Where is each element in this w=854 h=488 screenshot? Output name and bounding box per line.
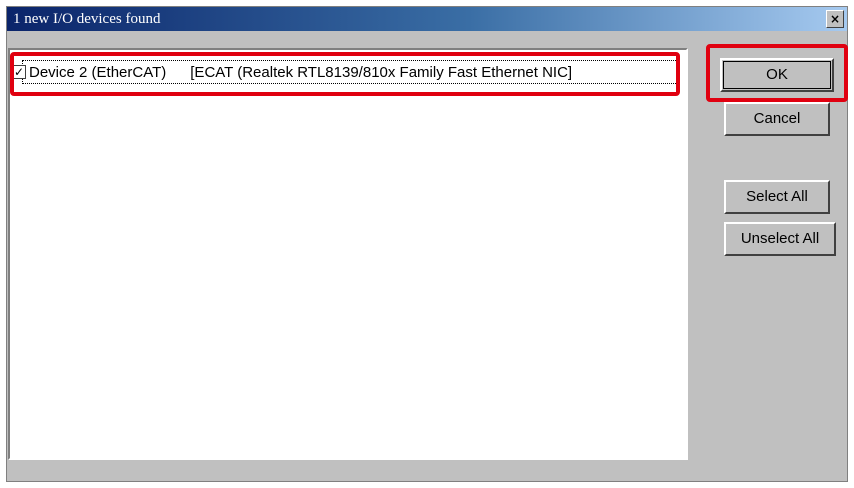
ok-button[interactable]: OK [720,58,834,92]
select-all-button[interactable]: Select All [724,180,830,214]
device-adapter: [ECAT (Realtek RTL8139/810x Family Fast … [190,64,573,81]
device-label: Device 2 (EtherCAT) [ECAT (Realtek RTL813… [29,64,572,81]
unselect-all-button[interactable]: Unselect All [724,222,836,256]
device-list-item[interactable]: ✓ Device 2 (EtherCAT) [ECAT (Realtek RTL8… [8,58,680,86]
close-button[interactable]: × [826,10,844,28]
device-name: Device 2 (EtherCAT) [29,64,167,81]
title-bar: 1 new I/O devices found × [7,7,847,31]
checkmark-icon: ✓ [13,65,25,79]
close-icon: × [829,12,841,26]
cancel-button[interactable]: Cancel [724,102,830,136]
device-list[interactable] [8,48,688,460]
dialog-title: 1 new I/O devices found [13,11,161,27]
device-checkbox[interactable]: ✓ [12,65,26,79]
